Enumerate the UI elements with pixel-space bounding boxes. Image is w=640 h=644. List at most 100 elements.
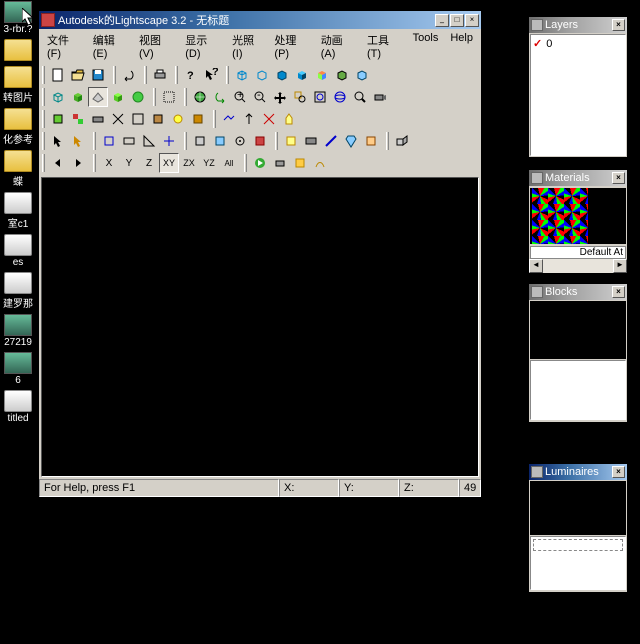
desktop-icon[interactable]: es [0,234,36,268]
undo-button[interactable] [119,65,139,85]
menu-edit[interactable]: 编辑(E) [87,30,133,62]
tool-a3[interactable] [88,109,108,129]
view-box-button[interactable] [108,87,128,107]
toolbar-grip[interactable] [184,132,187,150]
desktop-icon[interactable]: 3-rbr.? [0,1,36,35]
maximize-button[interactable]: □ [450,14,464,27]
tool-e2[interactable] [301,131,321,151]
orbit-button[interactable] [330,87,350,107]
panel-titlebar[interactable]: Blocks × [529,284,627,300]
tool-e5[interactable] [361,131,381,151]
cube-shaded-button[interactable] [272,65,292,85]
toolbar-grip[interactable] [226,66,229,84]
all-axes-button[interactable]: All [219,153,239,173]
cube-solid-button[interactable] [292,65,312,85]
toolbar-grip[interactable] [42,88,45,106]
menu-tools[interactable]: Tools [407,30,445,62]
toolbar-grip[interactable] [42,132,45,150]
desktop-icon[interactable]: titled [0,390,36,424]
view-plane-button[interactable] [88,87,108,107]
plane-zx-button[interactable]: ZX [179,153,199,173]
toolbar-grip[interactable] [144,66,147,84]
panel-close-button[interactable]: × [612,19,625,31]
tool-a7[interactable] [168,109,188,129]
tool-f1[interactable] [392,131,412,151]
zoom-extents-button[interactable] [310,87,330,107]
toolbar-grip[interactable] [386,132,389,150]
menu-file[interactable]: 文件(F) [41,30,87,62]
toolbar-grip[interactable] [184,88,187,106]
tool-c2[interactable] [119,131,139,151]
desktop-icon[interactable] [0,39,36,62]
axis-x-button[interactable]: X [99,153,119,173]
zoom-in-button[interactable]: + [230,87,250,107]
cube-hidden-button[interactable] [252,65,272,85]
tool-e4[interactable] [341,131,361,151]
tool-b2[interactable] [239,109,259,129]
coord-next-button[interactable] [68,153,88,173]
material-swatch[interactable] [532,188,588,244]
render-go-button[interactable] [250,153,270,173]
toolbar-grip[interactable] [275,132,278,150]
close-button[interactable]: × [465,14,479,27]
tool-d4[interactable] [250,131,270,151]
titlebar[interactable]: Autodesk的Lightscape 3.2 - 无标题 _ □ × [39,11,481,29]
panel-close-button[interactable]: × [612,466,625,478]
panel-titlebar[interactable]: Layers × [529,17,627,33]
desktop-icon[interactable]: 室c1 [0,192,36,230]
tool-b3[interactable] [259,109,279,129]
tool-d2[interactable] [210,131,230,151]
toolbar-grip[interactable] [42,66,45,84]
materials-scrollbar[interactable]: ◄ ► [529,259,627,273]
toolbar-grip[interactable] [42,110,45,128]
print-button[interactable] [150,65,170,85]
select-arrow-button[interactable] [48,131,68,151]
coord-prev-button[interactable] [48,153,68,173]
menu-help[interactable]: Help [444,30,479,62]
view-sphere-button[interactable] [128,87,148,107]
cube-texture-button[interactable] [332,65,352,85]
view-persp-button[interactable] [48,87,68,107]
zoom-realtime-button[interactable] [350,87,370,107]
tool-d1[interactable] [190,131,210,151]
toolbar-grip[interactable] [213,110,216,128]
tool-a5[interactable] [128,109,148,129]
tool-c4[interactable] [159,131,179,151]
plane-yz-button[interactable]: YZ [199,153,219,173]
desktop-icon[interactable]: 转图片 [0,66,36,104]
select-lasso-button[interactable] [68,131,88,151]
toolbar-grip[interactable] [175,66,178,84]
render-stop-button[interactable] [270,153,290,173]
desktop-icon[interactable]: 27219 [0,314,36,348]
menu-tools-cn[interactable]: 工具(T) [361,30,407,62]
axis-z-button[interactable]: Z [139,153,159,173]
save-button[interactable] [88,65,108,85]
open-button[interactable] [68,65,88,85]
toolbar-grip[interactable] [93,132,96,150]
desktop-icon[interactable]: 蝶 [0,150,36,188]
camera-button[interactable] [370,87,390,107]
tool-b4[interactable] [279,109,299,129]
menu-display[interactable]: 显示(D) [179,30,226,62]
cube-enhance-button[interactable] [352,65,372,85]
layer-item[interactable]: ✓ 0 [531,35,625,52]
pan-button[interactable] [270,87,290,107]
tool-a4[interactable] [108,109,128,129]
help-context-button[interactable]: ? [181,65,201,85]
tool-c3[interactable] [139,131,159,151]
panel-close-button[interactable]: × [612,172,625,184]
zoom-out-button[interactable]: - [250,87,270,107]
tool-a2[interactable] [68,109,88,129]
toolbar-grip[interactable] [42,154,45,172]
toolbar-grip[interactable] [93,154,96,172]
tool-e1[interactable] [281,131,301,151]
select-rect-button[interactable] [159,87,179,107]
menu-view[interactable]: 视图(V) [133,30,179,62]
axis-y-button[interactable]: Y [119,153,139,173]
scroll-right-button[interactable]: ► [613,259,627,273]
panel-titlebar[interactable]: Luminaires × [529,464,627,480]
plane-xy-button[interactable]: XY [159,153,179,173]
zoom-window-button[interactable] [290,87,310,107]
menu-lighting[interactable]: 光照(I) [226,30,268,62]
panel-titlebar[interactable]: Materials × [529,170,627,186]
